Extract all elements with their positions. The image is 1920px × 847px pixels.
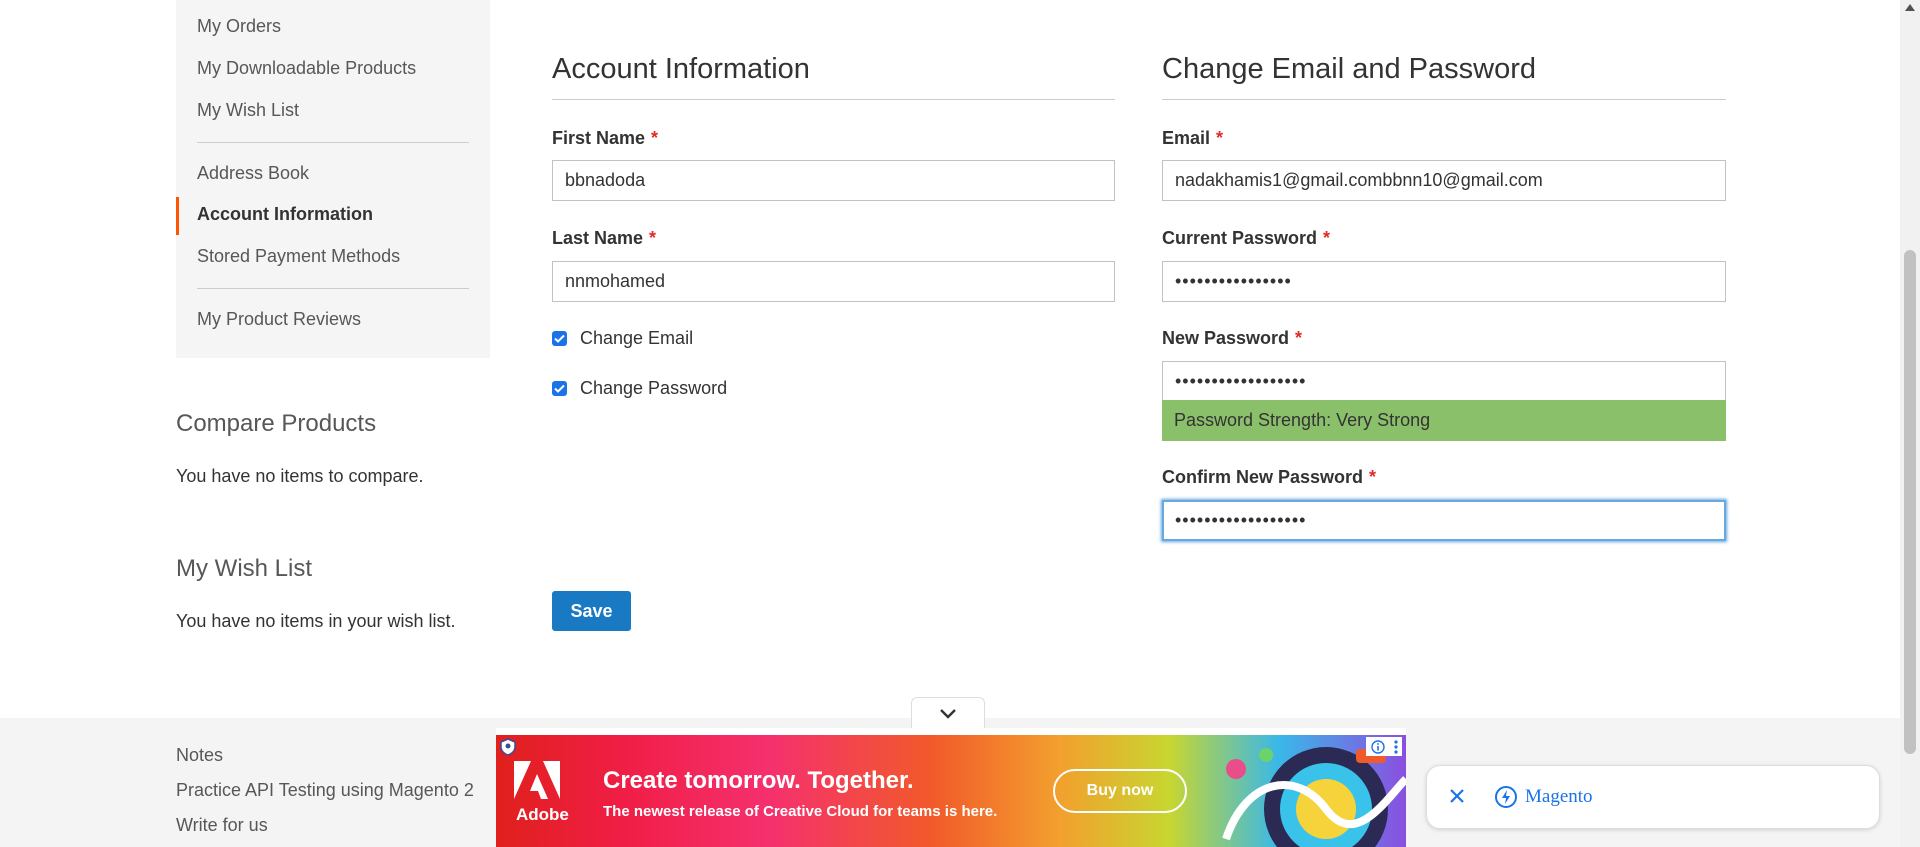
sidebar-item-address-book[interactable]: Address Book — [197, 163, 309, 184]
footer-link-write-for-us[interactable]: Write for us — [176, 815, 268, 836]
sidebar-item-account-information[interactable]: Account Information — [197, 204, 373, 225]
lightning-icon — [1495, 786, 1517, 808]
sidebar-item-stored-payment-methods[interactable]: Stored Payment Methods — [197, 246, 400, 267]
adobe-logo-icon — [514, 761, 560, 799]
change-email-option[interactable]: Change Email — [552, 328, 693, 349]
first-name-label: First Name * — [552, 128, 659, 148]
magento-chip[interactable]: Magento — [1426, 765, 1880, 829]
scrollbar-thumb[interactable] — [1904, 250, 1916, 754]
last-name-label: Last Name * — [552, 228, 657, 248]
change-email-checkbox[interactable] — [552, 331, 567, 346]
compare-empty-text: You have no items to compare. — [176, 466, 424, 486]
wishlist-empty-text: You have no items in your wish list. — [176, 611, 456, 631]
last-name-input[interactable] — [552, 261, 1115, 302]
confirm-password-input[interactable] — [1162, 500, 1726, 541]
ad-shield-icon — [500, 738, 516, 756]
ad-buy-now-button[interactable]: Buy now — [1053, 769, 1187, 813]
change-password-checkbox[interactable] — [552, 381, 567, 396]
chevron-down-icon — [940, 709, 956, 719]
change-password-option[interactable]: Change Password — [552, 378, 727, 399]
nav-divider — [197, 288, 469, 289]
account-information-title: Account Information — [552, 53, 810, 85]
password-strength-meter: Password Strength: Very Strong — [1162, 400, 1726, 441]
ad-collapse-toggle[interactable] — [911, 697, 985, 729]
change-password-label: Change Password — [580, 378, 728, 398]
footer-link-practice-api[interactable]: Practice API Testing using Magento 2 — [176, 780, 474, 801]
footer-link-notes[interactable]: Notes — [176, 745, 223, 766]
nav-divider — [197, 142, 469, 143]
ad-headline: Create tomorrow. Together. — [603, 767, 914, 794]
sidebar-item-my-downloadable-products[interactable]: My Downloadable Products — [197, 58, 416, 79]
sidebar-item-my-product-reviews[interactable]: My Product Reviews — [197, 309, 361, 330]
save-button[interactable]: Save — [552, 591, 631, 631]
ad-choices[interactable] — [1366, 737, 1402, 756]
email-label: Email * — [1162, 128, 1224, 148]
current-password-input[interactable] — [1162, 261, 1726, 302]
compare-products-title: Compare Products — [176, 410, 377, 437]
current-password-label: Current Password * — [1162, 228, 1331, 248]
wishlist-title: My Wish List — [176, 555, 313, 582]
vertical-scrollbar[interactable] — [1900, 0, 1920, 847]
change-email-label: Change Email — [580, 328, 694, 348]
account-sidebar-nav: My Orders My Downloadable Products My Wi… — [176, 0, 490, 358]
change-email-password-title: Change Email and Password — [1162, 53, 1536, 85]
first-name-input[interactable] — [552, 160, 1115, 201]
close-icon[interactable] — [1447, 786, 1467, 806]
section-divider — [1162, 99, 1726, 100]
new-password-label: New Password * — [1162, 328, 1303, 348]
ad-brand: Adobe — [516, 805, 569, 824]
email-input[interactable] — [1162, 160, 1726, 201]
sidebar-item-my-wish-list[interactable]: My Wish List — [197, 100, 299, 121]
ad-subline: The newest release of Creative Cloud for… — [603, 803, 998, 820]
scroll-up-arrow-icon[interactable] — [1905, 4, 1915, 11]
chip-label: Magento — [1525, 786, 1593, 807]
confirm-password-label: Confirm New Password * — [1162, 467, 1377, 487]
active-indicator — [176, 197, 179, 235]
new-password-input[interactable] — [1162, 361, 1726, 402]
more-options-icon[interactable] — [1393, 739, 1398, 754]
info-icon — [1370, 739, 1385, 754]
section-divider — [552, 99, 1115, 100]
ad-banner[interactable]: Adobe Create tomorrow. Together. The new… — [496, 735, 1406, 847]
sidebar-item-my-orders[interactable]: My Orders — [197, 16, 281, 37]
